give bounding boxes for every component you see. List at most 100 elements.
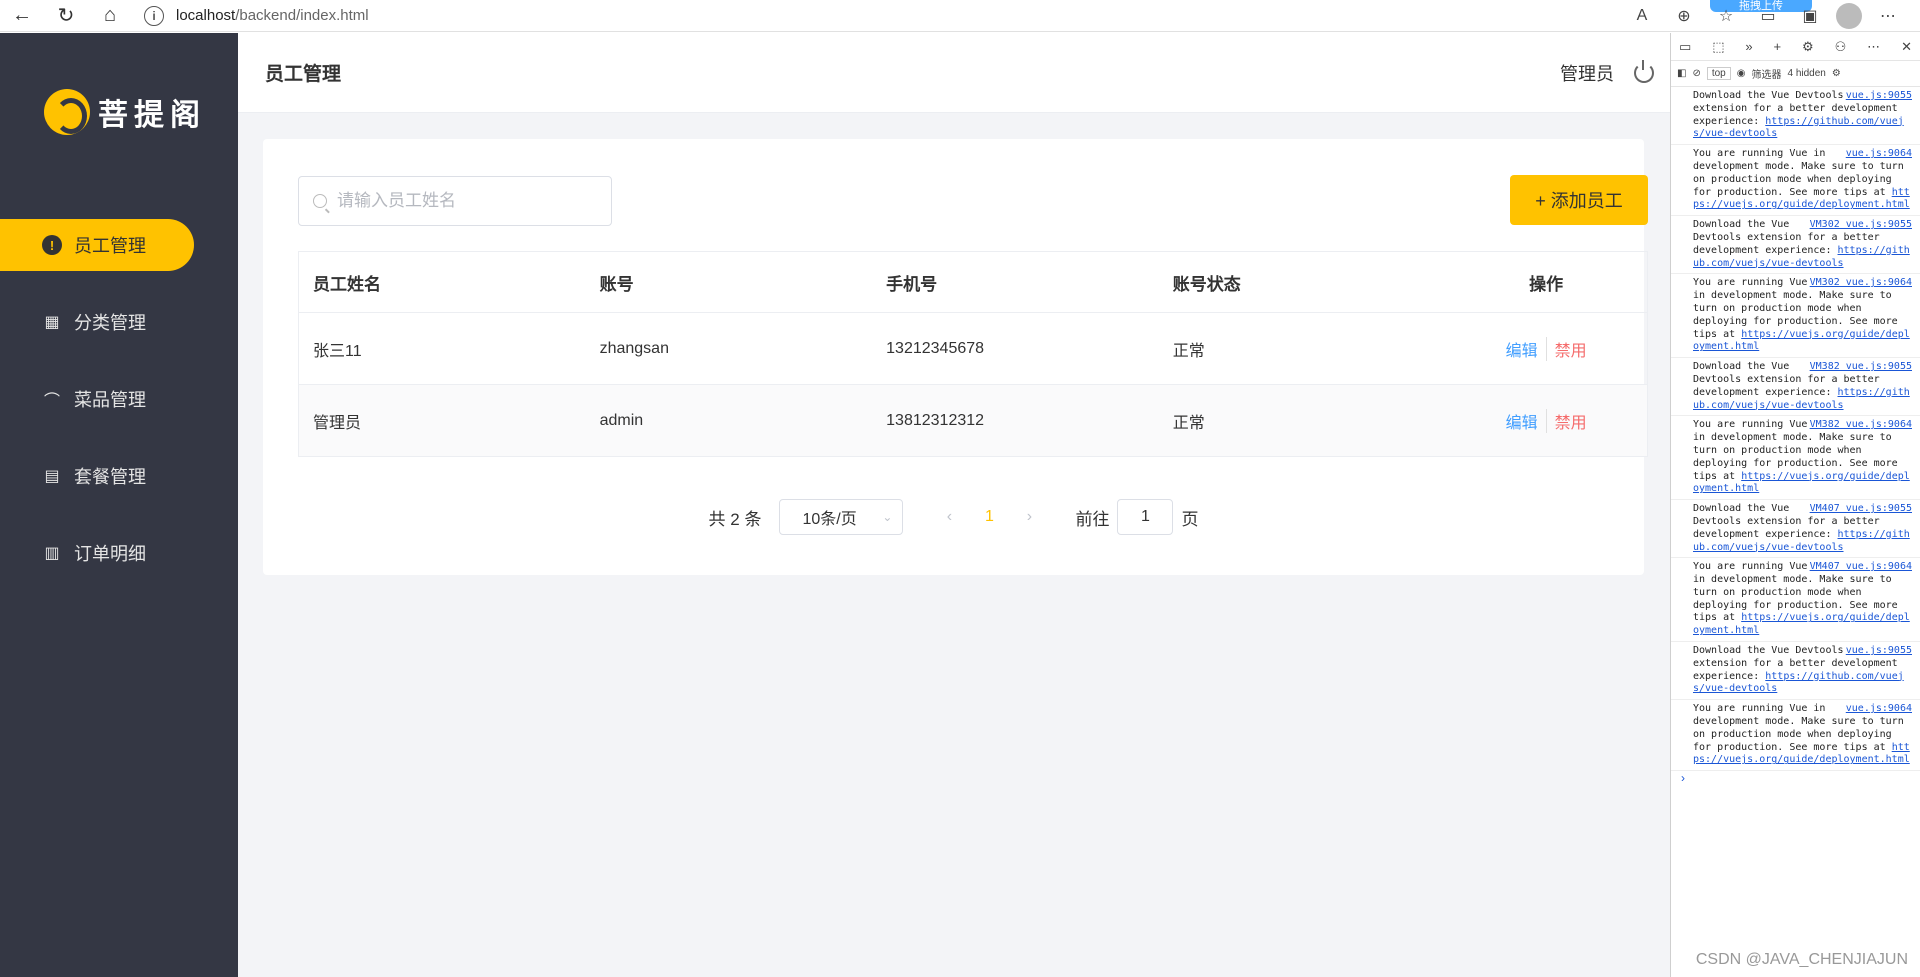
inspect-icon[interactable]: ⬚ xyxy=(1712,39,1724,55)
console-log: vue.js:9055 Download the Vue Devtools ext… xyxy=(1671,87,1920,772)
page-size-select[interactable]: 10条/页 ⌄ xyxy=(779,499,904,535)
disable-link[interactable]: 禁用 xyxy=(1547,337,1595,361)
filter-input[interactable]: 筛选器 xyxy=(1751,66,1781,81)
goto-page-input[interactable]: 1 xyxy=(1117,499,1174,535)
current-user: 管理员 xyxy=(1560,63,1614,84)
col-header-name: 员工姓名 xyxy=(313,274,381,294)
extensions-icon[interactable]: ▣ xyxy=(1794,0,1826,32)
sidebar-item-employee[interactable]: ! 员工管理 xyxy=(0,219,194,271)
grid-icon: ▦ xyxy=(44,314,60,331)
console-prompt[interactable]: › xyxy=(1671,771,1920,785)
console-source-link[interactable]: VM302 vue.js:9055 xyxy=(1810,219,1912,232)
col-header-status: 账号状态 xyxy=(1172,274,1241,294)
search-box[interactable] xyxy=(298,176,612,226)
collections-icon[interactable]: ▭ xyxy=(1752,0,1784,32)
sidebar-item-label: 员工管理 xyxy=(74,236,146,256)
more-tabs-icon[interactable]: » xyxy=(1745,39,1752,54)
disable-link[interactable]: 禁用 xyxy=(1547,409,1595,433)
prev-page-icon[interactable]: ‹ xyxy=(933,508,965,526)
watermark: CSDN @JAVA_CHENJIAJUN xyxy=(1695,951,1908,968)
address-bar[interactable]: i localhost/backend/index.html xyxy=(144,3,1584,29)
close-icon[interactable]: ✕ xyxy=(1901,39,1912,55)
page-title: 员工管理 xyxy=(265,64,342,85)
console-entry: VM382 vue.js:9055 Download the Vue Devtoo… xyxy=(1671,358,1920,417)
search-icon xyxy=(313,194,327,208)
clear-console-icon[interactable]: ⊘ xyxy=(1692,68,1700,79)
logo-text: 菩提阁 xyxy=(98,98,206,133)
refresh-icon[interactable]: ↻ xyxy=(44,0,88,32)
devtools-toolbar: ▭ ⬚ » + ⚙ ⚇ ⋯ ✕ xyxy=(1671,33,1920,61)
page-header: 员工管理 管理员 xyxy=(238,33,1670,113)
console-source-link[interactable]: VM302 vue.js:9064 xyxy=(1810,277,1912,290)
sidebar-item-label: 分类管理 xyxy=(74,313,146,333)
devtools-more-icon[interactable]: ⋯ xyxy=(1867,39,1880,55)
col-header-account: 账号 xyxy=(599,274,634,294)
console-source-link[interactable]: VM407 vue.js:9064 xyxy=(1810,561,1912,574)
connect-icon[interactable]: ⚇ xyxy=(1835,39,1847,55)
console-source-link[interactable]: vue.js:9055 xyxy=(1846,90,1912,103)
console-source-link[interactable]: VM382 vue.js:9064 xyxy=(1810,419,1912,432)
site-info-icon[interactable]: i xyxy=(144,5,164,26)
table-row: 管理员 admin 13812312312 正常 编辑 禁用 xyxy=(299,384,1647,456)
next-page-icon[interactable]: › xyxy=(1013,508,1045,526)
page-number-current[interactable]: 1 xyxy=(965,508,1013,526)
settings-gear-icon[interactable]: ⚙ xyxy=(1802,39,1814,55)
employee-card: + 添加员工 员工姓名 账号 手机号 账号状态 操作 张三11 zhangsan… xyxy=(263,139,1648,575)
device-toggle-icon[interactable]: ▭ xyxy=(1679,39,1691,55)
logout-power-icon[interactable] xyxy=(1634,59,1654,83)
sidebar-item-category[interactable]: ▦ 分类管理 xyxy=(0,296,238,348)
url-host: localhost xyxy=(176,7,236,24)
zoom-icon[interactable]: ⊕ xyxy=(1668,0,1700,32)
edit-link[interactable]: 编辑 xyxy=(1498,336,1547,361)
devtools-panel: ▭ ⬚ » + ⚙ ⚇ ⋯ ✕ ◧ ⊘ top ◉ 筛选器 4 hidden ⚙… xyxy=(1670,33,1920,977)
cell-phone: 13212345678 xyxy=(886,339,985,357)
cell-phone: 13812312312 xyxy=(886,411,985,429)
pagination: 共 2 条 10条/页 ⌄ ‹ 1 › 前往 1 页 xyxy=(263,499,1644,535)
hidden-count: 4 hidden xyxy=(1787,68,1826,79)
context-select[interactable]: top xyxy=(1706,67,1731,80)
sidebar: 菩提阁 ! 员工管理 ▦ 分类管理 ⌒ 菜品管理 ▤ 套餐管理 ▥ 订单明细 xyxy=(0,33,238,977)
console-entry: VM407 vue.js:9064 You are running Vue in … xyxy=(1671,558,1920,643)
cell-account: admin xyxy=(599,411,644,429)
search-input[interactable] xyxy=(337,191,597,211)
profile-avatar[interactable] xyxy=(1836,3,1862,29)
cell-name: 管理员 xyxy=(313,414,362,432)
home-icon[interactable]: ⌂ xyxy=(88,0,132,32)
back-arrow-icon[interactable]: ← xyxy=(0,0,44,32)
edit-link[interactable]: 编辑 xyxy=(1498,408,1547,433)
read-aloud-icon[interactable]: A xyxy=(1626,0,1658,32)
console-entry: vue.js:9064 You are running Vue in develo… xyxy=(1671,700,1920,772)
goto-label: 前往 xyxy=(1075,509,1110,529)
console-entry: VM302 vue.js:9064 You are running Vue in … xyxy=(1671,274,1920,359)
console-entry: vue.js:9055 Download the Vue Devtools ext… xyxy=(1671,642,1920,701)
console-source-link[interactable]: vue.js:9064 xyxy=(1846,148,1912,161)
add-employee-button[interactable]: + 添加员工 xyxy=(1510,175,1648,225)
console-source-link[interactable]: VM382 vue.js:9055 xyxy=(1810,361,1912,374)
goto-suffix: 页 xyxy=(1181,509,1199,529)
console-entry: vue.js:9064 You are running Vue in develo… xyxy=(1671,145,1920,217)
cell-actions: 编辑 禁用 xyxy=(1445,336,1647,361)
sidebar-item-dish[interactable]: ⌒ 菜品管理 xyxy=(0,373,238,425)
page-size-value: 10条/页 xyxy=(802,511,857,528)
more-menu-icon[interactable]: ⋯ xyxy=(1872,0,1904,32)
sidebar-item-combo[interactable]: ▤ 套餐管理 xyxy=(0,450,238,502)
sidebar-item-label: 订单明细 xyxy=(74,544,146,564)
col-header-actions: 操作 xyxy=(1529,274,1564,294)
console-source-link[interactable]: vue.js:9064 xyxy=(1846,703,1912,716)
sidebar-toggle-icon[interactable]: ◧ xyxy=(1677,68,1686,79)
eye-icon[interactable]: ◉ xyxy=(1737,68,1746,79)
logo: 菩提阁 xyxy=(44,89,206,135)
sidebar-item-orders[interactable]: ▥ 订单明细 xyxy=(0,527,238,579)
console-source-link[interactable]: VM407 vue.js:9055 xyxy=(1810,503,1912,516)
add-tab-icon[interactable]: + xyxy=(1774,39,1782,54)
dish-cover-icon: ⌒ xyxy=(43,393,60,410)
console-source-link[interactable]: vue.js:9055 xyxy=(1846,645,1912,658)
cell-actions: 编辑 禁用 xyxy=(1445,408,1647,433)
sidebar-item-label: 菜品管理 xyxy=(74,390,146,410)
table-row: 张三11 zhangsan 13212345678 正常 编辑 禁用 xyxy=(299,312,1647,384)
table-header-row: 员工姓名 账号 手机号 账号状态 操作 xyxy=(299,252,1647,312)
console-entry: VM407 vue.js:9055 Download the Vue Devtoo… xyxy=(1671,500,1920,559)
favorite-star-icon[interactable]: ☆ xyxy=(1710,0,1742,32)
console-settings-icon[interactable]: ⚙ xyxy=(1832,68,1841,79)
console-entry: vue.js:9055 Download the Vue Devtools ext… xyxy=(1671,87,1920,146)
